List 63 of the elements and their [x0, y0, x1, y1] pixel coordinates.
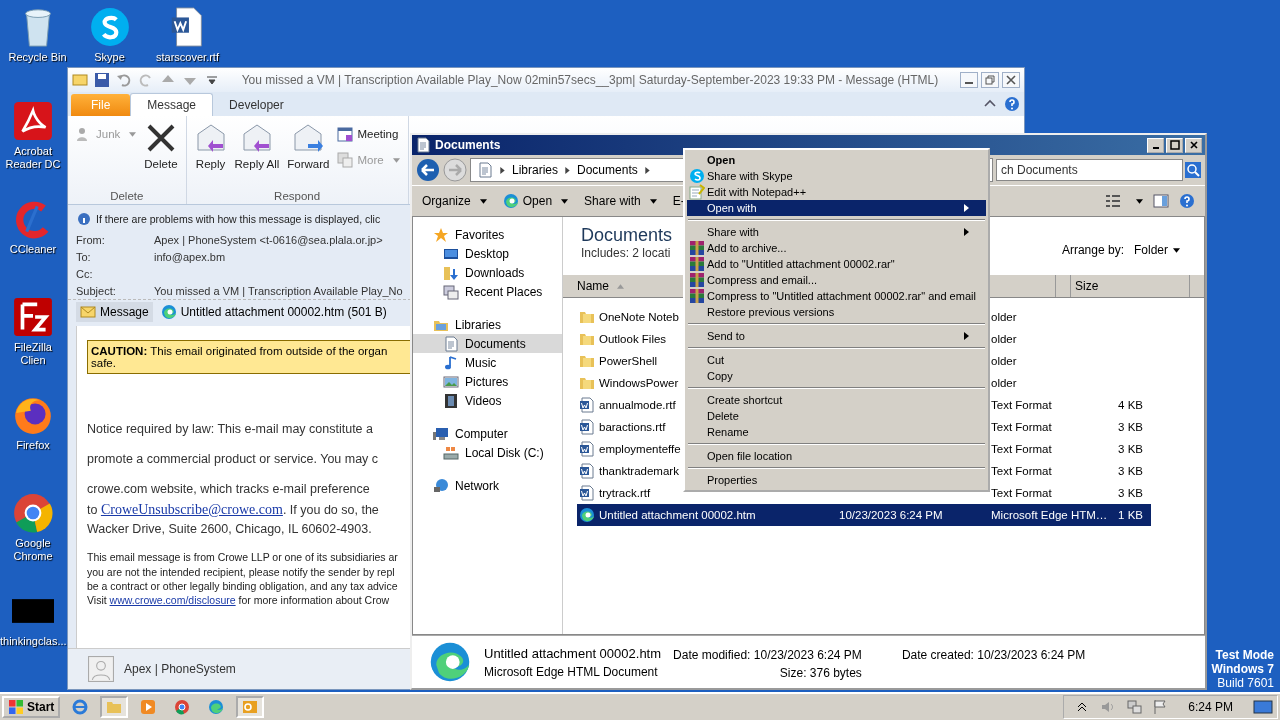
file-name: WindowsPower	[599, 377, 679, 389]
file-type: Text Format	[991, 465, 1052, 477]
file-name: PowerShell	[599, 355, 658, 367]
file-name: Untitled attachment 00002.htm	[599, 509, 756, 521]
file-name: employmenteffe	[599, 443, 681, 455]
file-size: 1 KB	[1118, 509, 1143, 521]
body-text: you are not the intended recipient, please notify the sender by repl	[87, 565, 395, 578]
file-size: 3 KB	[1118, 443, 1143, 455]
details-file-name: Untitled attachment 00002.htm	[484, 645, 662, 661]
details-label: Date created:	[901, 648, 974, 662]
body-text: promote a commercial product or service. You may c	[87, 452, 379, 466]
file-type: Microsoft Edge HTM…	[991, 509, 1108, 521]
header-label: From:	[76, 233, 106, 246]
file-size: 3 KB	[1118, 421, 1143, 433]
header-label: To:	[76, 250, 92, 263]
file-name: trytrack.rtf	[599, 487, 651, 499]
file-type: older	[991, 355, 1017, 367]
file-type: older	[991, 311, 1017, 323]
file-size: 3 KB	[1118, 465, 1143, 477]
caution-text: CAUTION: This email originated from outside of the organ	[91, 345, 389, 357]
ribbon-group-label: Respond	[273, 190, 322, 202]
file-type: older	[991, 377, 1017, 389]
test-mode-text: Test Mode	[1215, 648, 1274, 662]
header-label: Cc:	[76, 267, 94, 280]
library-title: Documents	[581, 225, 673, 246]
body-text: Wacker Drive, Suite 2600, Chicago, IL 60602-4903.	[87, 522, 372, 537]
body-text: This email message is from Crowe LLP or one of its subsidiaries ar	[87, 551, 398, 564]
details-label: Date modified:	[673, 648, 751, 662]
window-title: You missed a VM | Transcription Available Play_Now 02min57secs__3pm| Saturday-September-2023 19:33 PM - Message (HTML)	[240, 73, 940, 87]
file-size: 3 KB	[1118, 487, 1143, 499]
details-label: Size:	[779, 666, 807, 680]
file-type: older	[991, 333, 1017, 345]
file-name: annualmode.rtf	[599, 399, 676, 411]
body-text: crowe.com website, which tracks e-mail preference	[87, 482, 370, 496]
body-text: Visit www.crowe.com/disclosure for more information about Crow	[87, 593, 390, 606]
details-file-type: Microsoft Edge HTML Document	[484, 664, 659, 679]
body-text: to CroweUnsubscribe@crowe.com. If you do so, the	[87, 503, 379, 517]
file-name: Outlook Files	[599, 333, 667, 345]
file-type: Text Format	[991, 443, 1052, 455]
file-size: 4 KB	[1118, 399, 1143, 411]
test-mode-text: Build 7601	[1217, 676, 1274, 690]
header-value: info@apex.bm	[154, 250, 226, 263]
arrange-label: Arrange by:	[1061, 243, 1124, 257]
file-type: Text Format	[991, 421, 1052, 433]
body-text: be a contract or other legally binding obligation, and any tax advice	[87, 579, 398, 592]
file-name: baractions.rtf	[599, 421, 666, 433]
file-name: thanktrademark	[599, 465, 679, 477]
details-value: 10/23/2023 6:24 PM	[977, 648, 1086, 662]
caution-text: safe.	[91, 357, 117, 369]
header-value: Apex | PhoneSystem <t-0616@sea.plala.or.jp>	[154, 233, 383, 246]
ribbon-group-label: Delete	[109, 190, 145, 202]
file-date: 10/23/2023 6:24 PM	[839, 509, 943, 521]
sender-name: Apex | PhoneSystem	[124, 662, 236, 676]
window-title: Documents	[435, 138, 502, 152]
test-mode-text: Windows 7	[1211, 662, 1274, 676]
header-label: Subject:	[76, 284, 117, 297]
details-value: 10/23/2023 6:24 PM	[753, 648, 862, 662]
file-name: OneNote Noteb	[599, 311, 679, 323]
file-type: Text Format	[991, 487, 1052, 499]
header-value: You missed a VM | Transcription Available Play_No	[154, 284, 403, 297]
file-type: Text Format	[991, 399, 1052, 411]
details-value: 376 bytes	[809, 666, 862, 680]
body-text: Notice required by law: This e-mail may constitute a	[87, 422, 373, 436]
